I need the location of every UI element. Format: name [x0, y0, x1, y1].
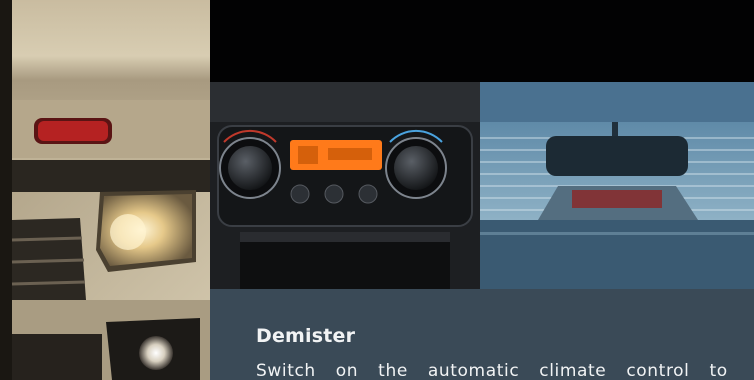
car-front-photo	[0, 0, 210, 380]
rear-window-photo	[480, 82, 754, 289]
feature-description: Switch on the automatic climate control …	[256, 361, 728, 380]
top-band	[210, 0, 754, 82]
climate-control-photo	[210, 82, 480, 289]
feature-text-panel: Demister Switch on the automatic climate…	[210, 289, 754, 380]
feature-title: Demister	[256, 325, 356, 347]
